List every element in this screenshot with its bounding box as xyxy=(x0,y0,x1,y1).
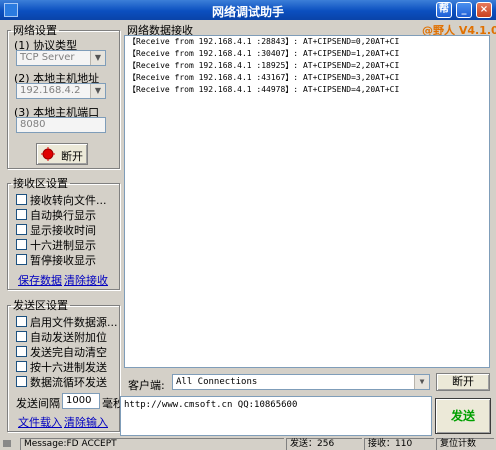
receive-to-file-checkbox[interactable] xyxy=(16,194,27,205)
protocol-select[interactable]: TCP Server ▼ xyxy=(16,50,106,66)
status-icon xyxy=(3,440,11,447)
status-bar: Message:FD ACCEPT 发送：256 接收：110 复位计数 xyxy=(0,437,496,450)
auto-wrap-checkbox[interactable] xyxy=(16,209,27,220)
connect-toggle-label: 断开 xyxy=(61,150,83,163)
close-button[interactable]: × xyxy=(476,2,492,18)
receive-line: 【Receive from 192.168.4.1 :43167】: AT+CI… xyxy=(128,73,400,82)
send-interval-label: 发送间隔 xyxy=(16,397,60,410)
send-text-area[interactable]: http://www.cmsoft.cn QQ:10865600 xyxy=(120,396,432,436)
auto-clear-label: 发送完自动清空 xyxy=(30,346,107,359)
local-port-field[interactable]: 8080 xyxy=(16,117,106,133)
send-interval-field[interactable]: 1000 xyxy=(62,393,100,409)
hex-send-label: 按十六进制发送 xyxy=(30,361,107,374)
auto-append-label: 自动发送附加位 xyxy=(30,331,107,344)
reset-count-button[interactable]: 复位计数 xyxy=(436,438,494,450)
hex-send-checkbox[interactable] xyxy=(16,361,27,372)
receive-line: 【Receive from 192.168.4.1 :44978】: AT+CI… xyxy=(128,85,400,94)
auto-clear-checkbox[interactable] xyxy=(16,346,27,357)
loop-send-label: 数据流循环发送 xyxy=(30,376,107,389)
file-source-checkbox[interactable] xyxy=(16,316,27,327)
receive-line: 【Receive from 192.168.4.1 :18925】: AT+CI… xyxy=(128,61,400,70)
auto-append-checkbox[interactable] xyxy=(16,331,27,342)
client-label: 客户端: xyxy=(128,379,165,392)
show-receive-time-label: 显示接收时间 xyxy=(30,224,96,237)
help-button[interactable]: 帮 xyxy=(436,2,452,18)
status-message: Message:FD ACCEPT xyxy=(20,438,284,450)
local-ip-value: 192.168.4.2 xyxy=(20,85,81,96)
local-ip-select[interactable]: 192.168.4.2 ▼ xyxy=(16,83,106,99)
network-settings-title: 网络设置 xyxy=(13,24,57,37)
hex-display-checkbox[interactable] xyxy=(16,239,27,250)
show-receive-time-checkbox[interactable] xyxy=(16,224,27,235)
save-data-link[interactable]: 保存数据 xyxy=(18,272,62,288)
client-select[interactable]: All Connections ▼ xyxy=(172,374,430,390)
protocol-value: TCP Server xyxy=(20,52,75,63)
receive-line: 【Receive from 192.168.4.1 :30407】: AT+CI… xyxy=(128,49,400,58)
send-settings-title: 发送区设置 xyxy=(13,299,68,312)
chevron-down-icon[interactable]: ▼ xyxy=(90,51,105,65)
file-source-label: 启用文件数据源... xyxy=(30,316,118,329)
pause-receive-label: 暂停接收显示 xyxy=(30,254,96,267)
disconnect-client-button[interactable]: 断开 xyxy=(436,373,490,391)
auto-wrap-label: 自动换行显示 xyxy=(30,209,96,222)
chevron-down-icon[interactable]: ▼ xyxy=(90,84,105,98)
window-title: 网络调试助手 xyxy=(211,5,284,19)
load-file-link[interactable]: 文件载入 xyxy=(18,414,62,430)
clear-receive-link[interactable]: 清除接收 xyxy=(64,272,108,288)
pause-receive-checkbox[interactable] xyxy=(16,254,27,265)
chevron-down-icon[interactable]: ▼ xyxy=(414,375,429,389)
receive-line: 【Receive from 192.168.4.1 :28843】: AT+CI… xyxy=(128,37,400,46)
send-button[interactable]: 发送 xyxy=(435,398,491,434)
hex-display-label: 十六进制显示 xyxy=(30,239,96,252)
receive-data-area[interactable]: 【Receive from 192.168.4.1 :28843】: AT+CI… xyxy=(124,35,490,368)
loop-send-checkbox[interactable] xyxy=(16,376,27,387)
received-count: 接收：110 xyxy=(364,438,434,450)
connect-toggle-button[interactable]: 断开 xyxy=(36,143,88,165)
receive-to-file-label: 接收转向文件... xyxy=(30,194,107,207)
receive-settings-title: 接收区设置 xyxy=(13,177,68,190)
minimize-button[interactable]: _ xyxy=(456,2,472,18)
title-bar: 网络调试助手 帮 _ × xyxy=(0,0,496,20)
client-value: All Connections xyxy=(176,377,258,387)
clear-input-link[interactable]: 清除输入 xyxy=(64,414,108,430)
connection-indicator-icon xyxy=(41,147,55,161)
sent-count: 发送：256 xyxy=(286,438,362,450)
